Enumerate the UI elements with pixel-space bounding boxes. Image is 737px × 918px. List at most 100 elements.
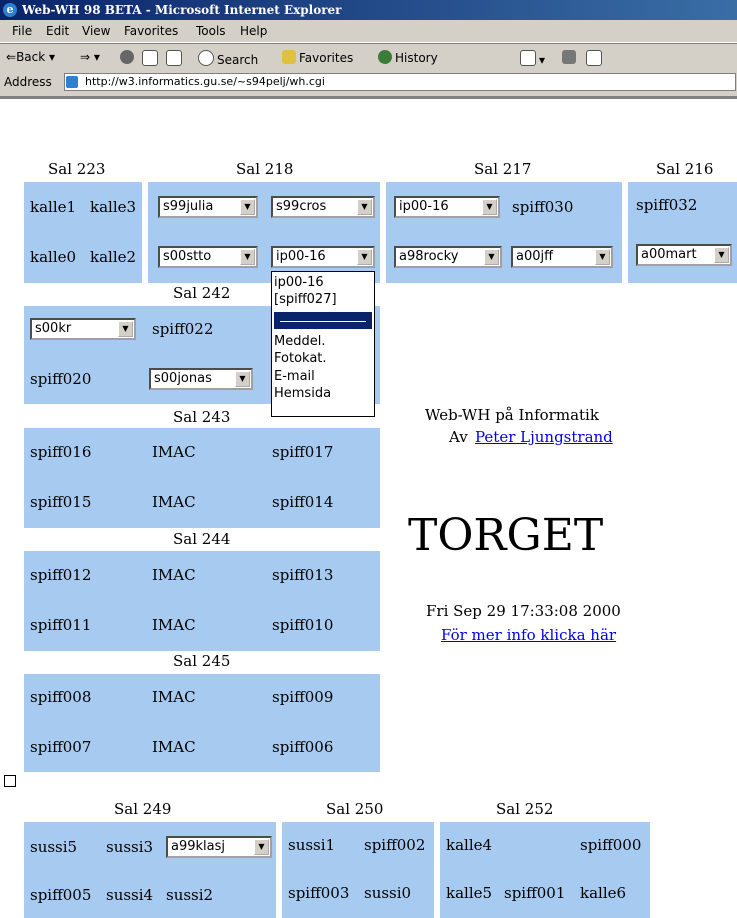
select-value: s00jonas xyxy=(154,371,212,386)
user-select[interactable]: s00kr ▼ xyxy=(30,318,136,340)
sal245-header: Sal 245 xyxy=(173,652,231,670)
page-icon xyxy=(66,76,78,88)
more-info-link[interactable]: För mer info klicka här xyxy=(441,626,616,644)
user-select[interactable]: a00mart ▼ xyxy=(636,244,732,266)
menu-favorites[interactable]: Favorites xyxy=(124,24,178,38)
user-select[interactable]: a99klasj ▼ xyxy=(166,836,272,858)
mail-icon[interactable]: ▾ xyxy=(520,50,545,67)
sal218-header: Sal 218 xyxy=(236,160,294,178)
chevron-down-icon[interactable]: ▼ xyxy=(714,247,729,263)
computer-label: spiff007 xyxy=(30,738,92,756)
computer-label: IMAC xyxy=(152,493,196,511)
print-icon[interactable] xyxy=(562,50,579,65)
edit-icon[interactable] xyxy=(586,50,605,67)
computer-label: spiff000 xyxy=(580,836,642,854)
select-value: a00jff xyxy=(516,249,554,264)
computer-label: spiff017 xyxy=(272,443,334,461)
user-select[interactable]: a00jff ▼ xyxy=(511,246,613,268)
chevron-down-icon[interactable]: ▼ xyxy=(254,839,269,855)
computer-label: spiff008 xyxy=(30,688,92,706)
back-button[interactable]: ⇐Back ▾ xyxy=(6,50,55,64)
menu-edit[interactable]: Edit xyxy=(46,24,69,38)
sal250-header: Sal 250 xyxy=(326,800,384,818)
home-icon[interactable] xyxy=(166,50,185,67)
computer-label: sussi1 xyxy=(288,836,336,854)
computer-label: sussi0 xyxy=(364,884,412,902)
select-value: ip00-16 xyxy=(399,199,449,214)
dropdown-option[interactable]: E-mail xyxy=(274,368,372,385)
menu-view[interactable]: View xyxy=(82,24,110,38)
dropdown-option[interactable]: Fotokat. xyxy=(274,350,372,367)
address-input[interactable]: http://w3.informatics.gu.se/~s94pelj/wh.… xyxy=(64,73,736,91)
dropdown-option[interactable]: Meddel. xyxy=(274,333,372,350)
sal252-header: Sal 252 xyxy=(496,800,554,818)
select-value: a00mart xyxy=(641,247,697,262)
computer-label: IMAC xyxy=(152,566,196,584)
sal249-header: Sal 249 xyxy=(114,800,172,818)
select-value: s00kr xyxy=(35,321,72,336)
computer-label: kalle1 xyxy=(30,198,77,216)
dropdown-option[interactable]: ip00-16 xyxy=(274,274,372,291)
user-select[interactable]: a98rocky ▼ xyxy=(394,246,502,268)
title-bar: e Web-WH 98 BETA - Microsoft Internet Ex… xyxy=(0,0,737,20)
computer-label: spiff015 xyxy=(30,493,92,511)
forward-button[interactable]: ⇒ ▾ xyxy=(80,50,100,64)
computer-label: kalle5 xyxy=(446,884,493,902)
chevron-down-icon[interactable]: ▼ xyxy=(484,249,499,265)
select-value: s99cros xyxy=(276,199,327,214)
computer-label: spiff011 xyxy=(30,616,92,634)
computer-label: IMAC xyxy=(152,443,196,461)
search-icon xyxy=(198,50,214,66)
favorites-button[interactable]: Favorites xyxy=(282,50,353,65)
history-label: History xyxy=(395,51,438,65)
menu-bar: File Edit View Favorites Tools Help xyxy=(0,20,737,43)
chevron-down-icon[interactable]: ▼ xyxy=(240,199,255,215)
user-select[interactable]: s99julia ▼ xyxy=(158,196,258,218)
chevron-down-icon[interactable]: ▼ xyxy=(357,199,372,215)
chevron-down-icon[interactable]: ▼ xyxy=(357,249,372,265)
ie-icon: e xyxy=(3,3,17,17)
chevron-down-icon[interactable]: ▼ xyxy=(482,199,497,215)
author-link[interactable]: Peter Ljungstrand xyxy=(475,428,613,446)
chevron-down-icon[interactable]: ▼ xyxy=(235,371,250,387)
window-title: Web-WH 98 BETA - Microsoft Internet Expl… xyxy=(22,3,342,17)
select-value: s00stto xyxy=(163,249,212,264)
computer-label: kalle6 xyxy=(580,884,627,902)
search-label: Search xyxy=(217,53,259,67)
user-select[interactable]: s99cros ▼ xyxy=(271,196,375,218)
dropdown-option[interactable]: Hemsida xyxy=(274,385,372,402)
select-value: s99julia xyxy=(163,199,214,214)
refresh-icon[interactable] xyxy=(142,50,161,67)
dropdown-option[interactable]: [spiff027] xyxy=(274,291,372,308)
menu-tools[interactable]: Tools xyxy=(196,24,226,38)
search-button[interactable]: Search xyxy=(198,50,258,67)
torget-heading: TORGET xyxy=(408,510,604,561)
dropdown-option-separator[interactable] xyxy=(274,312,372,329)
user-select-open[interactable]: ip00-16 ▼ xyxy=(271,246,375,268)
chevron-down-icon[interactable]: ▼ xyxy=(118,321,133,337)
menu-help[interactable]: Help xyxy=(240,24,267,38)
select-value: a99klasj xyxy=(171,839,225,854)
user-select[interactable]: s00stto ▼ xyxy=(158,246,258,268)
address-label: Address xyxy=(4,75,52,89)
chevron-down-icon[interactable]: ▼ xyxy=(595,249,610,265)
checkbox[interactable] xyxy=(4,775,16,787)
stop-icon[interactable] xyxy=(120,50,137,65)
info-title: Web-WH på Informatik xyxy=(425,406,599,424)
user-select[interactable]: ip00-16 ▼ xyxy=(394,196,500,218)
computer-label: spiff001 xyxy=(504,884,566,902)
computer-label: spiff006 xyxy=(272,738,334,756)
sal223-header: Sal 223 xyxy=(48,160,106,178)
computer-label: spiff020 xyxy=(30,370,92,388)
computer-label: spiff016 xyxy=(30,443,92,461)
chevron-down-icon[interactable]: ▼ xyxy=(240,249,255,265)
computer-label: spiff022 xyxy=(152,320,214,338)
history-button[interactable]: History xyxy=(378,50,438,65)
user-select[interactable]: s00jonas ▼ xyxy=(149,368,253,390)
toolbar: ⇐Back ▾ ⇒ ▾ Search Favorites History ▾ xyxy=(0,43,737,71)
computer-label: kalle2 xyxy=(90,248,137,266)
dropdown-list: ip00-16 [spiff027] Meddel. Fotokat. E-ma… xyxy=(271,271,375,417)
computer-label: IMAC xyxy=(152,616,196,634)
menu-file[interactable]: File xyxy=(12,24,32,38)
computer-label: spiff014 xyxy=(272,493,334,511)
